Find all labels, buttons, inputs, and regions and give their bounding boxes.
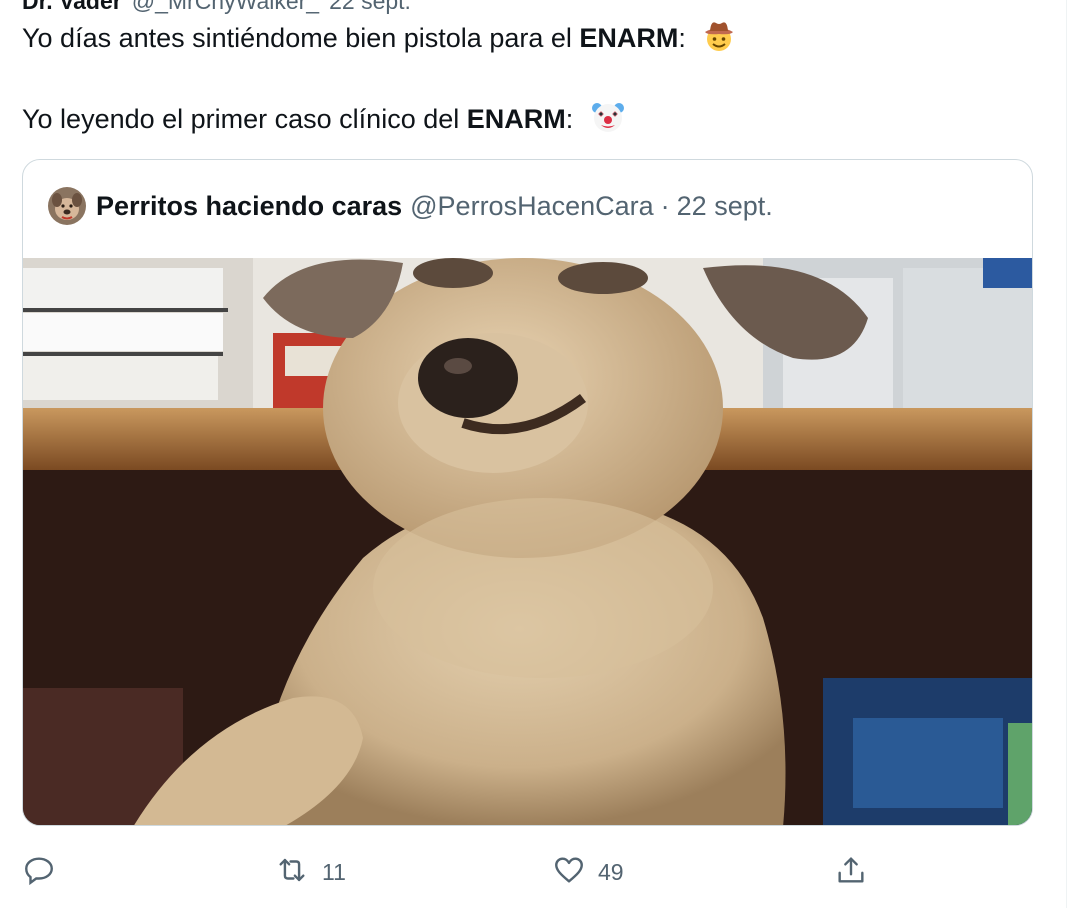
hashtag-enarm: ENARM (579, 23, 679, 54)
tweet-text-line-2: Yo leyendo el primer caso clínico del EN… (22, 98, 627, 144)
like-count: 49 (598, 858, 624, 885)
clown-face-icon (589, 98, 627, 144)
retweet-count: 11 (322, 858, 346, 885)
avatar[interactable] (48, 187, 86, 225)
tweet-text-colon: : (678, 23, 686, 54)
dog-photo[interactable] (23, 258, 1032, 825)
reply-button[interactable] (22, 850, 56, 894)
quoted-author-handle[interactable]: @PerrosHacenCara (410, 191, 654, 222)
tweet-header: Dr. Vader @_MrChyWalker_ 22 sept. (22, 0, 411, 14)
author-name[interactable]: Dr. Vader (22, 0, 122, 14)
retweet-button[interactable]: 11 (274, 850, 346, 894)
tweet-text-colon: : (565, 104, 574, 135)
heart-icon (552, 853, 586, 892)
tweet-date[interactable]: 22 sept. (329, 0, 411, 14)
quoted-tweet-date[interactable]: 22 sept. (677, 191, 773, 222)
quoted-tweet-card[interactable]: Perritos haciendo caras @PerrosHacenCara… (22, 159, 1033, 826)
author-handle[interactable]: @_MrChyWalker_ (132, 0, 319, 14)
share-button[interactable] (834, 850, 868, 894)
separator-dot: · (660, 190, 670, 221)
tweet-text-line-1: Yo días antes sintiéndome bien pistola p… (22, 18, 737, 62)
timeline-divider (1066, 0, 1067, 908)
cowboy-face-icon (701, 18, 737, 62)
tweet-text-part: Yo leyendo el primer caso clínico del (22, 104, 467, 135)
tweet-text-part: Yo días antes sintiéndome bien pistola p… (22, 23, 580, 54)
share-icon (834, 853, 868, 892)
reply-icon (22, 853, 56, 892)
quoted-author-name[interactable]: Perritos haciendo caras (96, 191, 402, 222)
tweet-action-bar: 11 49 (0, 850, 1088, 894)
hashtag-enarm: ENARM (466, 104, 566, 135)
quoted-tweet-header: Perritos haciendo caras @PerrosHacenCara… (48, 186, 773, 226)
retweet-icon (274, 853, 310, 892)
like-button[interactable]: 49 (552, 850, 624, 894)
